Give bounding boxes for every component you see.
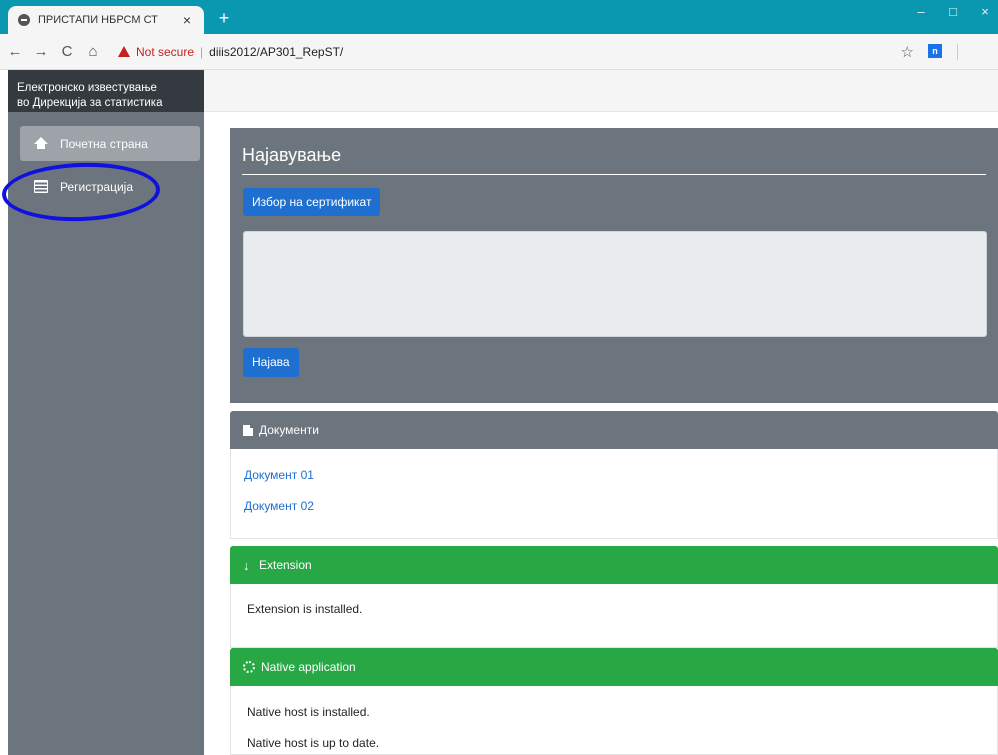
address-bar: ← → C ⌂ Not secure | diiis2012/AP301_Rep… [0,34,998,70]
browser-tab-bar: ПРИСТАПИ НБРСМ СТ × + – □ × [0,0,998,34]
login-card: Најавување Избор на сертификат Најава [230,128,998,403]
title-divider [242,174,986,175]
extension-body: Extension is installed. [230,584,998,648]
login-title: Најавување [242,145,342,165]
sidebar-brand: Електронско известување во Дирекција за … [8,70,204,112]
not-secure-label[interactable]: Not secure [136,45,194,59]
forward-arrow-icon[interactable]: → [30,43,52,60]
native-uptodate-status: Native host is up to date. [247,736,380,750]
url-input[interactable]: diiis2012/AP301_RepST/ [209,45,343,59]
native-app-card: Native application Native host is instal… [230,648,998,755]
documents-header: Документи [230,411,998,449]
native-app-header: Native application [230,648,998,686]
documents-card: Документи Документ 01 Документ 02 [230,411,998,539]
extension-card: ↓ Extension Extension is installed. [230,546,998,648]
document-link-02[interactable]: Документ 02 [244,499,314,513]
native-installed-status: Native host is installed. [247,705,370,719]
documents-body: Документ 01 Документ 02 [230,449,998,539]
top-navbar [204,70,998,112]
sidebar-item-home[interactable]: Почетна страна [20,126,200,161]
warning-triangle-icon[interactable] [118,46,130,57]
extension-status: Extension is installed. [247,602,363,616]
back-arrow-icon[interactable]: ← [4,43,26,60]
sidebar-item-label: Почетна страна [60,136,148,151]
login-button[interactable]: Најава [243,348,299,377]
brand-line-2: во Дирекција за статистика [17,97,163,109]
site-favicon-icon [18,14,30,26]
bookmark-star-icon[interactable]: ☆ [901,43,914,61]
reload-icon[interactable]: C [56,43,78,60]
certificate-textarea[interactable] [243,231,987,337]
documents-title: Документи [259,423,319,437]
document-link-01[interactable]: Документ 01 [244,468,314,482]
brand-line-1: Електронско известување [17,82,157,94]
maximize-window-icon[interactable]: □ [946,4,960,19]
toolbar-divider [957,44,958,60]
extension-title: Extension [259,558,312,572]
extension-icon[interactable]: n [928,44,942,58]
recycle-icon [243,661,255,673]
arrow-down-icon: ↓ [243,557,250,573]
native-app-body: Native host is installed. Native host is… [230,686,998,755]
minimize-window-icon[interactable]: – [914,4,928,19]
tab-title: ПРИСТАПИ НБРСМ СТ [38,14,158,26]
home-nav-icon[interactable]: ⌂ [82,43,104,60]
select-certificate-button[interactable]: Избор на сертификат [243,188,381,216]
native-app-title: Native application [261,660,356,674]
browser-tab[interactable]: ПРИСТАПИ НБРСМ СТ × [8,6,204,34]
window-controls: – □ × [914,4,992,19]
extension-header: ↓ Extension [230,546,998,584]
new-tab-button[interactable]: + [214,8,234,29]
tab-close-icon[interactable]: × [180,12,194,28]
home-icon [34,137,48,150]
close-window-icon[interactable]: × [978,4,992,19]
url-separator: | [200,44,204,59]
document-icon [243,424,253,436]
